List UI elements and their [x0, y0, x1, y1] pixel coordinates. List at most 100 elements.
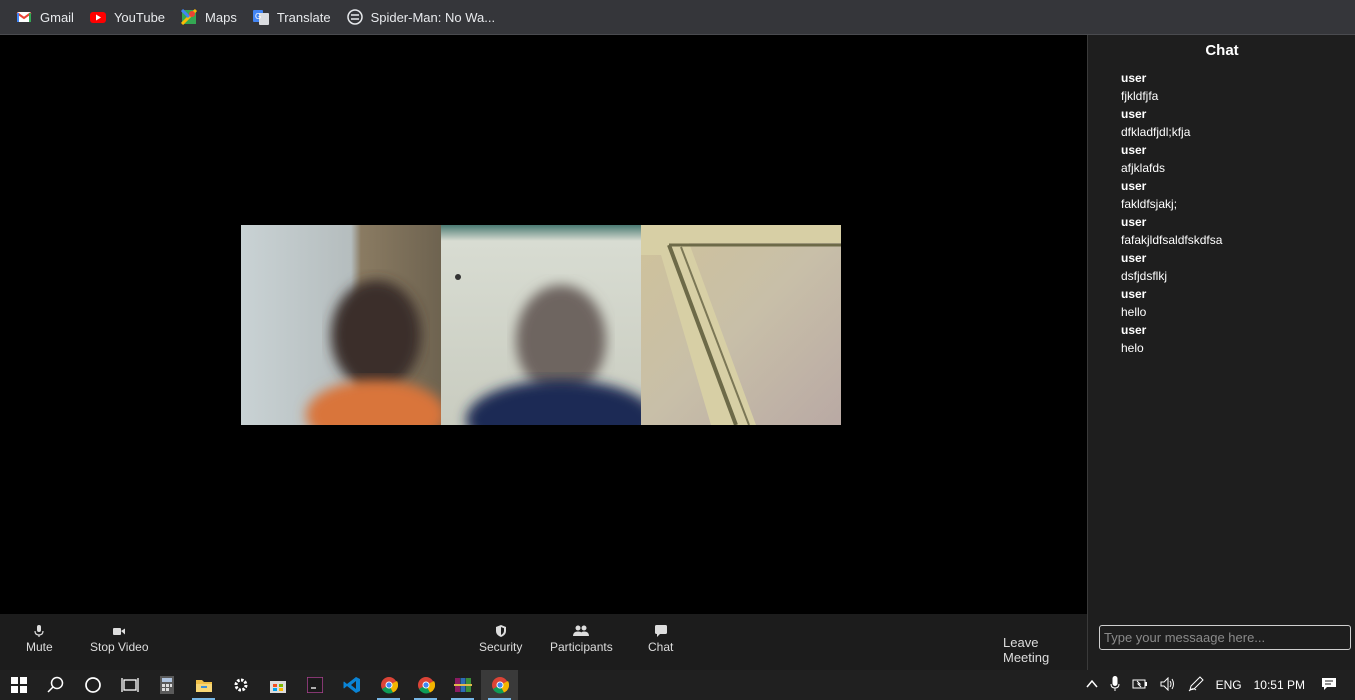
chat-message-text: fakldfsjakj;	[1121, 197, 1178, 211]
bookmark-label: Maps	[205, 9, 237, 25]
stop-video-label: Stop Video	[90, 640, 149, 654]
search-icon	[46, 676, 63, 693]
chat-button[interactable]: Chat	[648, 624, 673, 654]
terminal-icon	[306, 677, 323, 693]
security-label: Security	[479, 640, 523, 654]
video-stage	[0, 35, 1087, 614]
mute-button[interactable]: Mute	[26, 624, 53, 654]
volume-icon[interactable]	[1160, 676, 1176, 694]
task-view-button[interactable]	[111, 670, 148, 700]
bookmark-gmail[interactable]: Gmail	[8, 3, 82, 31]
leave-meeting-button[interactable]: Leave Meeting	[1003, 635, 1087, 665]
chrome-icon	[380, 677, 398, 694]
youtube-icon	[89, 12, 106, 23]
gmail-icon	[16, 12, 32, 22]
language-indicator[interactable]: ENG	[1216, 678, 1242, 692]
video-camera-icon	[113, 628, 126, 635]
archive-books-icon	[453, 678, 472, 692]
windows-logo-icon	[10, 677, 27, 693]
participants-button[interactable]: Participants	[550, 624, 613, 654]
chat-title: Chat	[1205, 42, 1239, 59]
taskbar-chrome-2[interactable]	[407, 670, 444, 700]
svg-text:G: G	[255, 12, 261, 21]
windows-taskbar: ENG 10:51 PM	[0, 670, 1355, 700]
mute-label: Mute	[26, 640, 53, 654]
battery-icon[interactable]	[1132, 678, 1148, 693]
folder-icon	[195, 680, 212, 692]
bookmark-label: Spider-Man: No Wa...	[370, 9, 496, 25]
bookmark-translate[interactable]: G Translate	[245, 3, 339, 31]
chat-message-user: user	[1121, 251, 1147, 265]
chat-message-text: helo	[1121, 341, 1144, 355]
gear-icon	[234, 678, 247, 692]
taskbar-terminal[interactable]	[296, 670, 333, 700]
pen-icon[interactable]	[1188, 675, 1204, 695]
bookmark-youtube[interactable]: YouTube	[82, 3, 173, 31]
taskbar-chrome-1[interactable]	[370, 670, 407, 700]
bookmark-label: Translate	[276, 9, 331, 25]
taskbar-winrar[interactable]	[444, 670, 481, 700]
chat-message-text: fjkldfjfa	[1121, 89, 1159, 103]
chat-message-text: dsfjdsflkj	[1121, 269, 1168, 283]
cortana-circle-icon	[84, 677, 101, 693]
taskbar-vscode[interactable]	[333, 670, 370, 700]
chat-message-input[interactable]	[1099, 625, 1351, 650]
chat-message-text: dfkladfjdl;kfja	[1121, 125, 1191, 139]
chat-panel: Chat user fjkldfjfa user dfkladfjdl;kfja…	[1087, 35, 1355, 670]
chevron-up-icon[interactable]	[1086, 678, 1098, 692]
video-tile-3[interactable]	[641, 225, 841, 425]
bookmark-maps[interactable]: Maps	[173, 3, 245, 31]
taskbar-store[interactable]	[259, 670, 296, 700]
taskbar-calculator[interactable]	[148, 670, 185, 700]
chat-message-user: user	[1121, 323, 1147, 337]
chat-bubble-icon	[654, 625, 667, 637]
video-feed	[641, 225, 841, 425]
bookmark-label: Gmail	[40, 9, 74, 25]
bookmarks-bar: Gmail YouTube Maps G Translate Spider-Ma…	[0, 0, 1355, 35]
vscode-icon	[343, 677, 360, 693]
chat-message-list: user fjkldfjfa user dfkladfjdl;kfja user…	[1121, 69, 1222, 357]
chat-message-user: user	[1121, 71, 1147, 85]
shield-icon	[495, 625, 506, 637]
chat-message-user: user	[1121, 287, 1147, 301]
bookmark-spiderman[interactable]: Spider-Man: No Wa...	[339, 3, 504, 31]
translate-icon: G	[252, 10, 269, 25]
chrome-icon	[417, 677, 435, 694]
maps-icon	[181, 9, 198, 25]
microphone-tray-icon[interactable]	[1110, 675, 1120, 695]
chrome-icon	[491, 677, 509, 694]
clock[interactable]: 10:51 PM	[1254, 678, 1305, 692]
video-feed	[241, 225, 441, 425]
store-bag-icon	[269, 681, 286, 693]
taskbar-settings[interactable]	[222, 670, 259, 700]
taskbar-chrome-3[interactable]	[481, 670, 518, 700]
chat-label: Chat	[648, 640, 674, 654]
chat-message-text: hello	[1121, 305, 1147, 319]
chat-message-text: afjklafds	[1121, 161, 1166, 175]
video-feed	[441, 225, 641, 425]
security-button[interactable]: Security	[479, 624, 522, 654]
task-view-icon	[120, 678, 139, 692]
participants-label: Participants	[550, 640, 613, 654]
bookmark-page-icon	[346, 9, 363, 25]
stop-video-button[interactable]: Stop Video	[90, 624, 149, 654]
notifications-icon[interactable]	[1321, 677, 1337, 694]
participants-icon	[573, 625, 590, 636]
system-tray: ENG 10:51 PM	[1080, 670, 1355, 700]
chat-message-text: fafakjldfsaldfskdfsa	[1121, 233, 1223, 247]
bookmark-label: YouTube	[113, 9, 166, 25]
chat-message-user: user	[1121, 215, 1147, 229]
chat-message-user: user	[1121, 143, 1147, 157]
microphone-icon	[34, 625, 44, 637]
video-tile-1[interactable]	[241, 225, 441, 425]
meeting-controls: Mute Stop Video Security Participants Ch…	[0, 614, 1087, 670]
start-button[interactable]	[0, 670, 37, 700]
chat-message-user: user	[1121, 179, 1147, 193]
cortana-button[interactable]	[74, 670, 111, 700]
video-grid	[241, 225, 841, 425]
calculator-icon	[159, 676, 174, 694]
taskbar-file-explorer[interactable]	[185, 670, 222, 700]
chat-message-user: user	[1121, 107, 1147, 121]
video-tile-2[interactable]	[441, 225, 641, 425]
taskbar-search-button[interactable]	[37, 670, 74, 700]
